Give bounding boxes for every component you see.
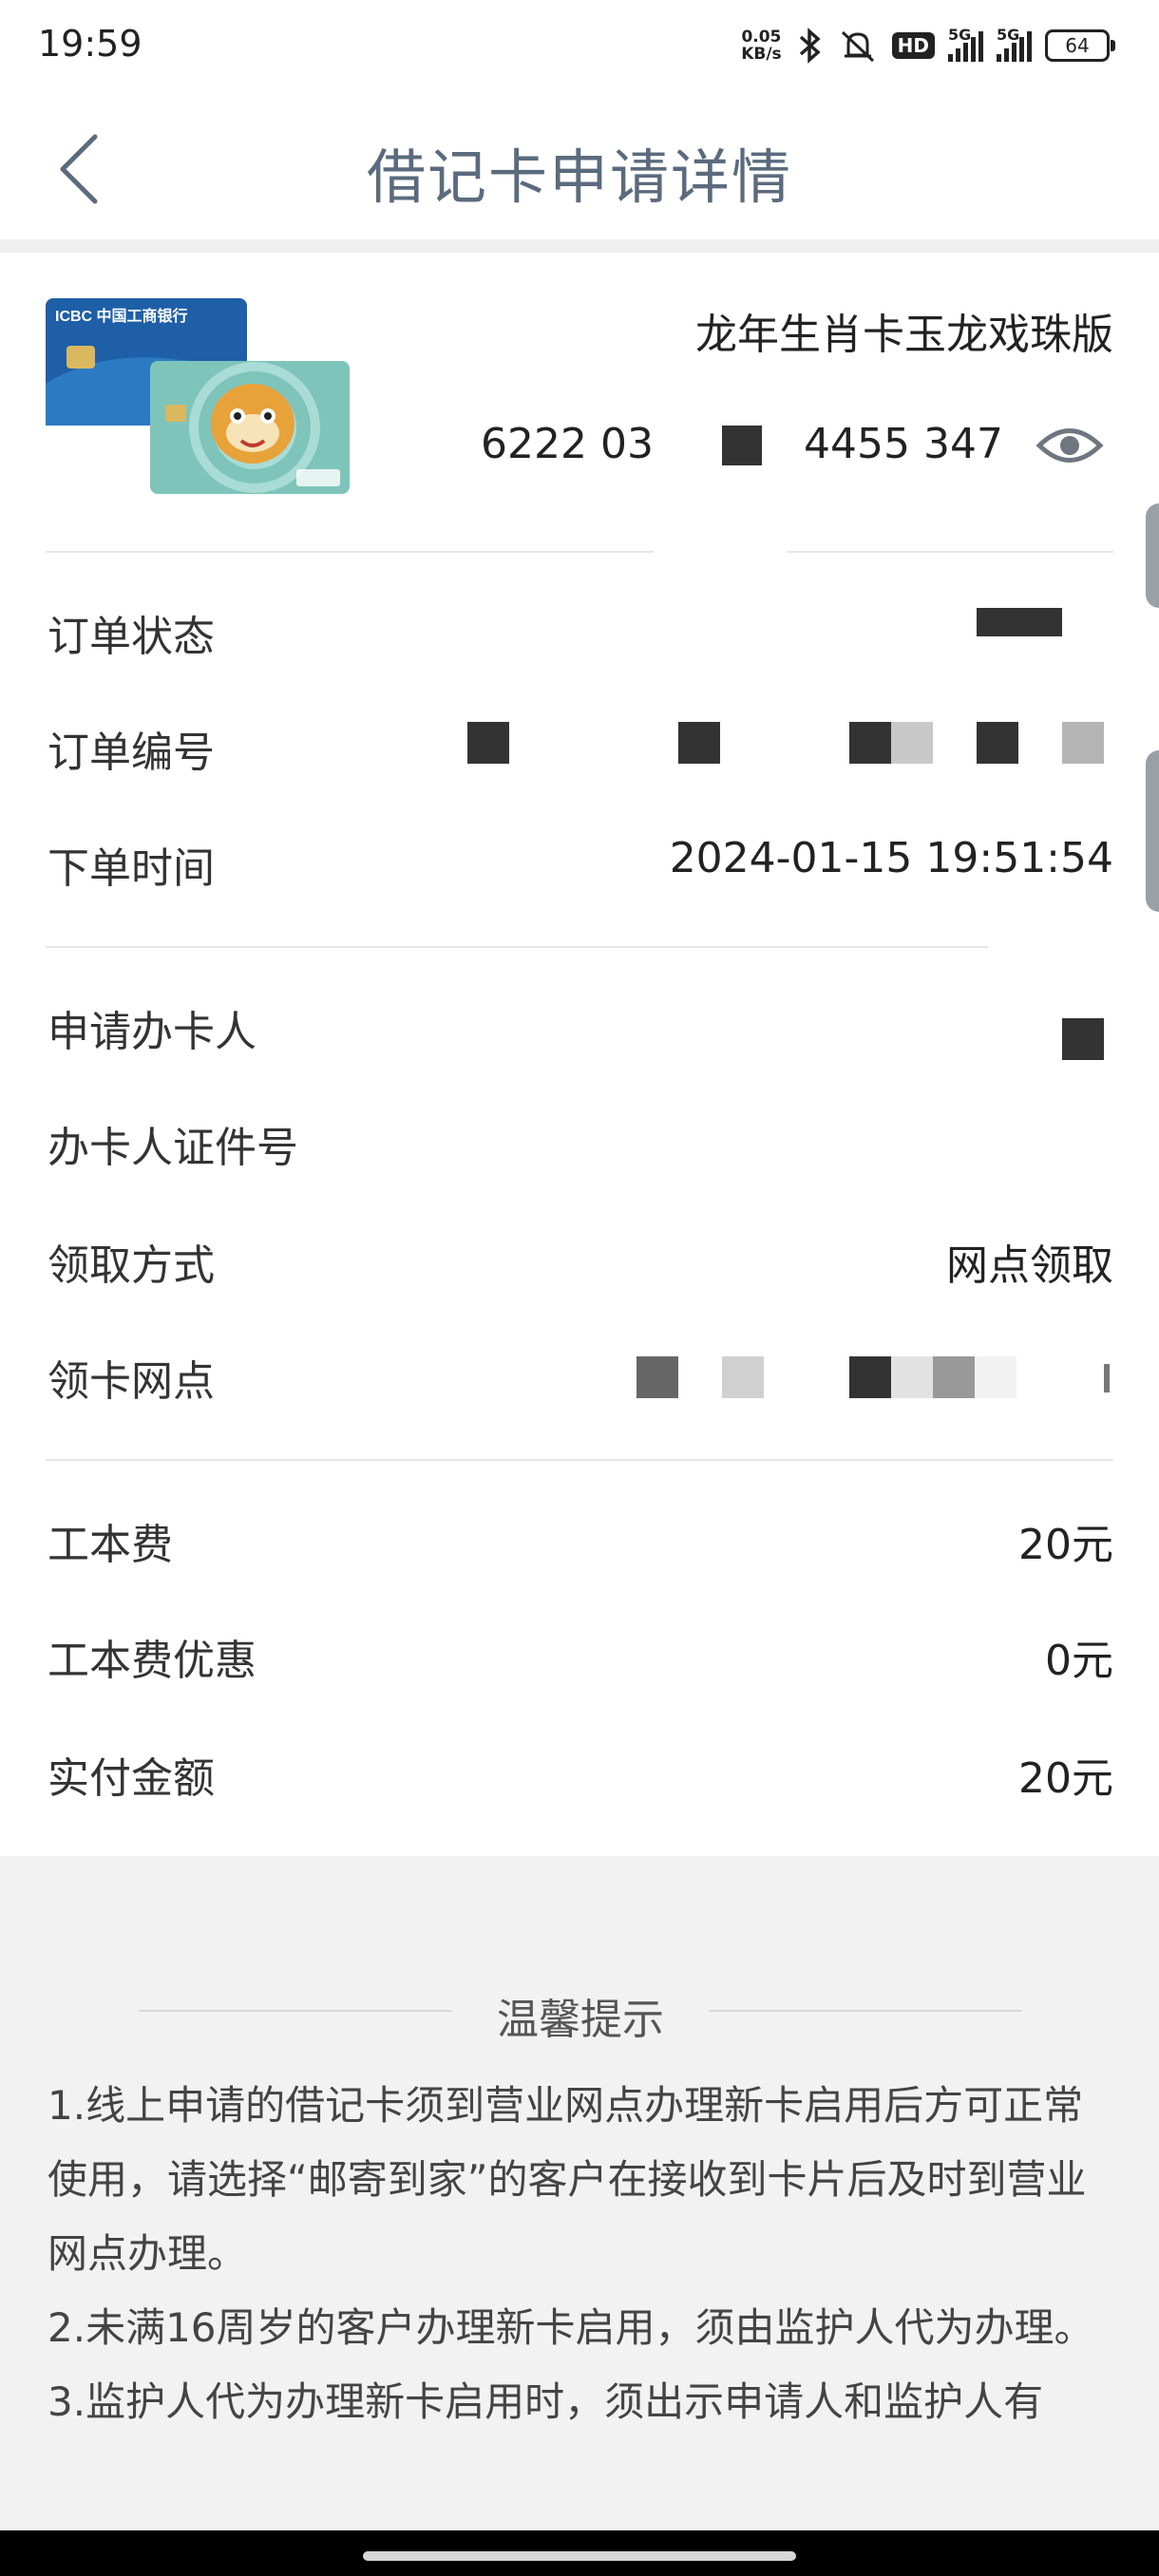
bell-muted-icon [841,30,874,63]
page-title: 借记卡申请详情 [366,142,792,212]
tip-item-3: 3.监护人代为办理新卡启用时，须出示申请人和监护人有 [48,2378,1044,2425]
cost-value: 20元 [1018,1521,1113,1569]
applicant-id-label: 办卡人证件号 [48,1124,298,1172]
paid-amount-value: 20元 [1018,1754,1113,1803]
masked-applicant-name [1062,1018,1104,1060]
order-time-value: 2024-01-15 19:51:54 [669,834,1113,882]
status-time: 19:59 [38,23,142,65]
eye-icon[interactable] [1036,422,1104,469]
divider [787,551,1113,553]
divider [46,1459,1113,1461]
divider [46,551,654,553]
tips-line-right [709,2010,1022,2012]
discount-value: 0元 [1045,1637,1113,1685]
tip-item-2: 2.未满16周岁的客户办理新卡启用，须由监护人代为办理。 [48,2304,1094,2351]
order-time-label: 下单时间 [48,844,215,893]
tips-text: 1.线上申请的借记卡须到营业网点办理新卡启用后方可正常使用，请选择“邮寄到家”的… [48,2069,1121,2439]
divider [46,946,988,948]
battery-icon: 64 [1045,29,1115,62]
tip-item-1: 1.线上申请的借记卡须到营业网点办理新卡启用后方可正常使用，请选择“邮寄到家”的… [48,2082,1087,2277]
bluetooth-icon [799,28,821,64]
pickup-method-value: 网点领取 [946,1241,1113,1290]
masked-order-status [977,608,1062,636]
tips-header: 温馨提示 [139,1985,1022,2044]
edge-handle[interactable] [1146,503,1159,608]
status-bar: 19:59 0.05 KB/s HD 5G 5G 64 [0,0,1159,95]
edge-handle[interactable] [1146,750,1159,912]
discount-label: 工本费优惠 [48,1637,256,1685]
tips-title: 温馨提示 [497,1996,664,2044]
pickup-branch-label: 领卡网点 [48,1357,215,1406]
header-divider [0,239,1159,253]
masked-block [722,426,762,465]
order-number-label: 订单编号 [48,729,215,777]
pickup-method-label: 领取方式 [48,1241,215,1290]
home-gesture-handle[interactable] [363,2551,796,2561]
hd-badge: HD [891,32,935,59]
bank-logo-text: ICBC 中国工商银行 [55,307,188,325]
signal-icon-1: 5G [948,26,983,62]
applicant-label: 申请办卡人 [48,1008,256,1056]
order-status-label: 订单状态 [48,613,215,661]
page-header: 借记卡申请详情 [0,95,1159,239]
signal-icon-2: 5G [997,26,1032,62]
cost-label: 工本费 [48,1521,173,1569]
card-number-suffix: 4455 347 [804,420,1003,468]
paid-amount-label: 实付金额 [48,1754,215,1803]
card-name: 龙年生肖卡玉龙戏珠版 [695,311,1113,359]
status-icons: 0.05 KB/s HD 5G 5G 64 [741,26,1115,65]
card-number-prefix: 6222 03 [481,420,654,468]
card-image: ICBC 中国工商银行 [46,298,350,494]
network-speed: 0.05 KB/s [741,28,782,64]
